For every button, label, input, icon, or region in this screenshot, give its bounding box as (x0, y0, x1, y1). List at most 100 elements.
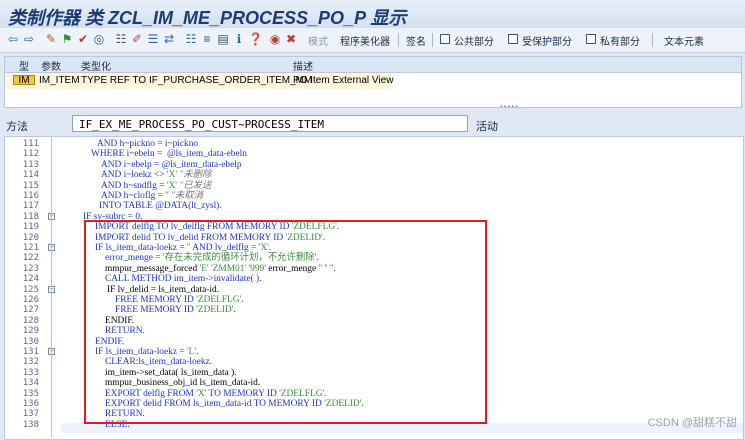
object-list-icon[interactable]: ◎ (92, 32, 106, 46)
code-line[interactable]: 115 AND h~sndflg = 'X' "已发送 (5, 181, 743, 191)
watermark: CSDN @甜糕不甜 (647, 417, 737, 429)
line-number: 124 (22, 274, 39, 285)
code-line[interactable]: 134 mmpur_business_obj_id ls_item_data-id… (5, 378, 743, 388)
code-text: IF ls_item_data-loekz = '' AND lv_delflg… (95, 243, 272, 253)
code-line[interactable]: 118 IF sy-subrc = 0. (5, 212, 743, 222)
line-number: 111 (22, 139, 39, 149)
line-number: 113 (22, 159, 39, 170)
back-icon[interactable]: ⇦ (6, 32, 20, 46)
code-line[interactable]: 124 CALL METHOD im_item->invalidate( ). (5, 274, 743, 284)
code-text: ENDIF. (95, 336, 125, 347)
code-line[interactable]: 122 error_menge = '存在未完成的循环计划，不允许删除'. (5, 253, 743, 263)
tree-icon[interactable]: ≡ (200, 32, 214, 46)
code-text: IMPORT delid TO lv_delid FROM MEMORY ID … (95, 232, 326, 243)
code-line[interactable]: 125 IF lv_delid = ls_item_data-id. (5, 285, 743, 295)
public-section-button[interactable]: 公共部分 (454, 33, 494, 48)
section-icon (586, 34, 596, 44)
column-header-typing[interactable]: 类型化 (81, 58, 111, 73)
test-icon[interactable]: ◉ (268, 32, 282, 46)
code-text: im_item->set_data( ls_item_data ). (105, 367, 237, 378)
line-number: 120 (22, 232, 39, 243)
activate-icon[interactable]: ⚑ (60, 32, 74, 46)
code-text: AND h~sndflg = 'X' "已发送 (101, 180, 212, 191)
code-line[interactable]: 137 RETURN. (5, 409, 743, 419)
protected-section-button[interactable]: 受保护部分 (522, 33, 572, 48)
section-icon (440, 34, 450, 44)
code-text: EXPORT delid FROM ls_item_data-id TO MEM… (105, 399, 364, 409)
layout-icon[interactable]: ☷ (184, 32, 198, 46)
toolbar-separator (432, 33, 433, 47)
code-line[interactable]: 133 im_item->set_data( ls_item_data ). (5, 368, 743, 378)
code-line[interactable]: 117 INTO TABLE @DATA(lt_zysl). (5, 201, 743, 211)
toolbar-separator (652, 33, 653, 47)
code-line[interactable]: 130 ENDIF. (5, 337, 743, 347)
code-text: error_menge = '存在未完成的循环计划，不允许删除'. (105, 253, 319, 264)
code-text: RETURN. (105, 326, 145, 337)
splitter-handle[interactable]: ••••• (500, 102, 519, 111)
code-line[interactable]: 136 EXPORT delid FROM ls_item_data-id TO … (5, 399, 743, 409)
code-line[interactable]: 114 AND i~loekz <> 'X' "未删除 (5, 170, 743, 180)
column-header-param[interactable]: 参数 (41, 58, 61, 73)
code-text: EXPORT delflg FROM 'X' TO MEMORY ID 'ZDE… (105, 388, 327, 399)
forward-icon[interactable]: ⇨ (22, 32, 36, 46)
code-line[interactable]: 128 ENDIF. (5, 316, 743, 326)
code-line[interactable]: 135 EXPORT delflg FROM 'X' TO MEMORY ID '… (5, 389, 743, 399)
code-text: IF ls_item_data-loekz = 'L'. (95, 347, 199, 357)
navigate-icon[interactable]: ⇄ (162, 32, 176, 46)
line-number: 116 (22, 191, 39, 201)
column-header-description[interactable]: 描述 (293, 58, 313, 73)
code-line[interactable]: 111 AND h~pickno = i~pickno (5, 139, 743, 149)
code-line[interactable]: 119 IMPORT delflg TO lv_delflg FROM MEMOR… (5, 222, 743, 232)
line-number: 136 (22, 399, 39, 409)
line-number: 121 (22, 243, 39, 253)
mode-button[interactable]: 模式 (308, 33, 328, 48)
display-change-icon[interactable]: ✎ (44, 32, 58, 46)
edit-icon[interactable]: ✐ (130, 32, 144, 46)
method-bar: 方法 IF_EX_ME_PROCESS_PO_CUST~PROCESS_ITEM… (0, 112, 745, 136)
code-text: FREE MEMORY ID 'ZDELFLG'. (115, 295, 244, 305)
line-number: 126 (22, 295, 39, 305)
check-icon[interactable]: ✔ (76, 32, 90, 46)
pretty-printer-button[interactable]: 程序美化器 (340, 33, 390, 48)
table-row[interactable]: IM IM_ITEM TYPE REF TO IF_PURCHASE_ORDER… (5, 73, 393, 89)
code-line[interactable]: 126 FREE MEMORY ID 'ZDELFLG'. (5, 295, 743, 305)
info-icon[interactable]: ℹ (232, 32, 246, 46)
code-text: mmpur_message_forced 'E' 'ZMM01' '999' e… (105, 263, 336, 274)
method-name-field[interactable]: IF_EX_ME_PROCESS_PO_CUST~PROCESS_ITEM (72, 115, 468, 132)
toolbar-separator (398, 33, 399, 47)
code-line[interactable]: 113 AND i~ebelp = @ls_item_data-ebelp (5, 160, 743, 170)
section-icon (508, 34, 518, 44)
code-line[interactable]: 112 WHERE i~ebeln = @ls_item_data-ebeln (5, 149, 743, 159)
line-number: 127 (22, 305, 39, 316)
line-number: 118 (22, 211, 39, 222)
line-number: 115 (22, 180, 39, 191)
code-line[interactable]: 138 ELSE. (5, 420, 743, 430)
param-typing: TYPE REF TO IF_PURCHASE_ORDER_ITEM_MM (81, 75, 313, 86)
code-text: AND i~ebelp = @ls_item_data-ebelp (101, 159, 242, 170)
private-section-button[interactable]: 私有部分 (600, 33, 640, 48)
code-line[interactable]: 120 IMPORT delid TO lv_delid FROM MEMORY … (5, 233, 743, 243)
frame-icon[interactable]: ▤ (216, 32, 230, 46)
code-line[interactable]: 132 CLEAR:ls_item_data-loekz. (5, 357, 743, 367)
where-used-icon[interactable]: ☰ (146, 32, 160, 46)
code-text: RETURN. (105, 409, 145, 420)
code-line[interactable]: 116 AND h~cloflg = '' "未取消 (5, 191, 743, 201)
code-text: IF lv_delid = ls_item_data-id. (107, 284, 220, 295)
code-line[interactable]: 123 mmpur_message_forced 'E' 'ZMM01' '999… (5, 264, 743, 274)
title-bar: 类制作器 类 ZCL_IM_ME_PROCESS_PO_P 显示 (0, 0, 745, 28)
code-editor[interactable]: 111 AND h~pickno = i~pickno 112 WHERE i~ebe… (4, 136, 744, 440)
code-line[interactable]: 131 IF ls_item_data-loekz = 'L'. (5, 347, 743, 357)
code-line[interactable]: 121 IF ls_item_data-loekz = '' AND lv_del… (5, 243, 743, 253)
text-elements-button[interactable]: 文本元素 (664, 33, 704, 48)
code-line[interactable]: 129 RETURN. (5, 326, 743, 336)
line-number: 132 (22, 357, 39, 368)
signature-button[interactable]: 签名 (406, 33, 426, 48)
hierarchy-icon[interactable]: ☷ (114, 32, 128, 46)
application-toolbar: ⇦ ⇨ ✎ ⚑ ✔ ◎ ☷ ✐ ☰ ⇄ ☷ ≡ ▤ ℹ ❓ ◉ ✖ 模式 程序美… (0, 28, 745, 53)
delete-icon[interactable]: ✖ (284, 32, 298, 46)
column-header-type[interactable]: 型 (19, 58, 29, 73)
line-number: 129 (22, 326, 39, 337)
help-icon[interactable]: ❓ (248, 32, 263, 46)
code-line[interactable]: 127 FREE MEMORY ID 'ZDELID'. (5, 305, 743, 315)
line-number: 135 (22, 388, 39, 399)
